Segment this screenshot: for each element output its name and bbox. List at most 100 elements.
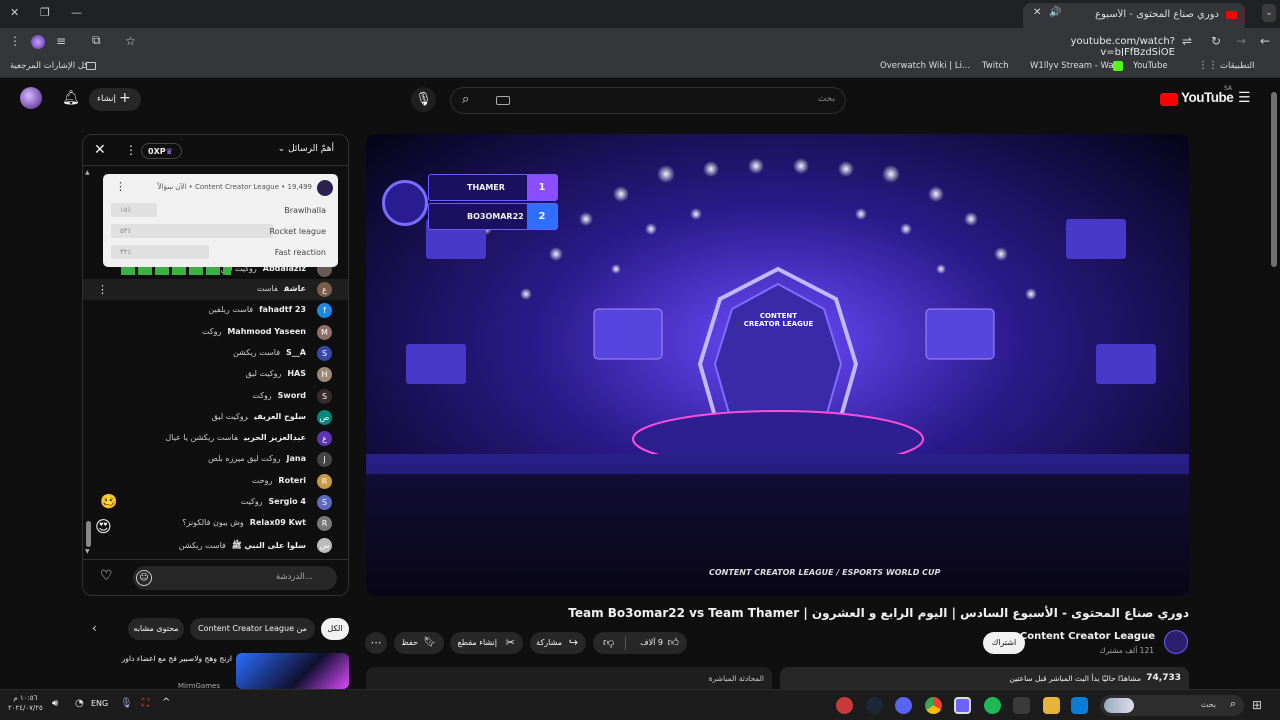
create-button[interactable]: + إنشاء: [89, 88, 141, 111]
minimize-window-icon[interactable]: —: [71, 6, 82, 19]
related-thumbnail[interactable]: [236, 653, 349, 689]
avatar: f: [317, 303, 332, 319]
chat-message[interactable]: M Mahmood Yaseenروكت: [83, 322, 348, 343]
chat-message[interactable]: R Relax09 Kwtوش يبون فالكونز؟: [83, 513, 348, 534]
poll-option[interactable]: ٪١٥ Brawlhalla: [108, 203, 326, 217]
app-icon[interactable]: [1013, 697, 1030, 714]
video-player[interactable]: THAMER 1 BO3OMAR22 2 CONTENT CREATOR LEA…: [366, 134, 1189, 596]
chip-from-channel[interactable]: من Content Creator League: [190, 618, 315, 640]
page-scrollbar[interactable]: [1271, 92, 1277, 267]
guide-menu-icon[interactable]: ☰: [1238, 90, 1251, 106]
channel-avatar[interactable]: [1164, 630, 1188, 654]
like-count[interactable]: 9 آلاف: [640, 632, 663, 654]
menu-icon[interactable]: ⋮: [9, 34, 21, 48]
forward-icon[interactable]: →: [1236, 34, 1246, 48]
taskbar-search[interactable]: بحث ⌕: [1100, 695, 1244, 716]
chat-mode-dropdown[interactable]: أهمّ الرسائل ⌄: [278, 144, 334, 154]
language-indicator[interactable]: ENG: [91, 699, 108, 708]
audio-icon[interactable]: 🔊: [1049, 7, 1061, 18]
related-title[interactable]: ارنج وهج ولاصبير فج مع اعضاء داور: [98, 654, 232, 663]
bookmark-apps[interactable]: التطبيقات: [1220, 61, 1255, 71]
poll-menu-icon[interactable]: ⋮: [115, 180, 126, 193]
chat-message[interactable]: J Janaروكت ليق ميرزه بلص: [83, 449, 348, 470]
extensions-icon[interactable]: ≡: [56, 34, 66, 48]
bookmark-w1llyv[interactable]: W1llyv Stream - Wa...: [1030, 61, 1122, 71]
chat-message[interactable]: f fahadtf 23فاست ريلفين: [83, 300, 348, 321]
close-chat-icon[interactable]: ✕: [94, 142, 106, 158]
scroll-down-icon[interactable]: ▼: [85, 548, 90, 555]
live-chat-replay-box[interactable]: المحادثة المباشرة: [366, 667, 772, 689]
bookmark-overwatch[interactable]: Overwatch Wiki | Li...: [880, 61, 970, 71]
steam-icon[interactable]: [866, 697, 883, 714]
keyboard-icon[interactable]: [496, 96, 510, 105]
poll-card[interactable]: Content Creator League • 19,499 • الآن س…: [103, 174, 338, 267]
more-actions-icon[interactable]: ⋯: [365, 632, 387, 654]
tab-close-icon[interactable]: ✕: [1033, 7, 1041, 18]
chip-related[interactable]: محتوى مشابه: [128, 618, 184, 640]
share-button[interactable]: ↪ مشاركة: [530, 632, 586, 654]
volume-icon[interactable]: 🔊︎: [52, 698, 58, 709]
all-bookmarks[interactable]: كل الإشارات المرجعية: [10, 61, 88, 71]
chat-message[interactable]: S Swordروكت: [83, 386, 348, 407]
discord-icon[interactable]: [895, 697, 912, 714]
tab-search-icon[interactable]: ⌄: [1262, 4, 1276, 22]
poll-option[interactable]: ٪٥٣ Rocket league: [108, 224, 326, 238]
search-icon[interactable]: ⌕: [462, 92, 469, 107]
scroll-up-icon[interactable]: ▲: [85, 169, 90, 176]
profile-avatar[interactable]: [31, 35, 45, 49]
chevron-up-icon[interactable]: ^: [162, 697, 170, 708]
wifi-icon[interactable]: ◔: [75, 698, 84, 709]
site-settings-icon[interactable]: ⇌: [1182, 34, 1192, 48]
back-icon[interactable]: ←: [1260, 34, 1270, 48]
chrome-icon[interactable]: [925, 697, 942, 714]
bookmark-star-icon[interactable]: ☆: [125, 34, 136, 48]
avatar: ص: [317, 409, 332, 425]
app-icon[interactable]: [836, 697, 853, 714]
close-window-icon[interactable]: ✕: [10, 6, 19, 19]
description-box[interactable]: 74,733 مشاهدًا حاليًا بدأ البث المباشر ق…: [780, 667, 1189, 689]
url-field[interactable]: youtube.com/watch?v=bJFfBzdSiOE: [1000, 36, 1175, 58]
clip-button[interactable]: ✂ إنشاء مقطع: [450, 632, 523, 654]
subscribe-button[interactable]: اشتراك: [983, 632, 1025, 654]
chat-message[interactable]: ع عاشقفاست ⋮: [83, 279, 348, 300]
poll-option[interactable]: ٪٣٢ Fast reaction: [108, 245, 326, 259]
chat-message[interactable]: H HASروكيت ليق: [83, 364, 348, 385]
save-button[interactable]: 🔖︎ حفظ: [394, 632, 444, 654]
downloads-icon[interactable]: ⧉: [92, 33, 101, 48]
microphone-tray-icon[interactable]: 🎙︎: [120, 698, 133, 709]
restore-window-icon[interactable]: ❐: [40, 6, 50, 19]
chat-message[interactable]: S S__Aفاست ريكشن: [83, 343, 348, 364]
like-icon[interactable]: 👍︎: [668, 632, 680, 654]
chat-message[interactable]: ع عبدالعزيز الحربيفاست ريكشن يا عيال: [83, 428, 348, 449]
chat-input[interactable]: ☺ الدردشة...: [133, 566, 337, 590]
bookmark-twitch[interactable]: Twitch: [982, 61, 1009, 71]
start-icon[interactable]: ⊞: [1252, 698, 1262, 712]
chat-scrollbar[interactable]: [86, 521, 91, 547]
notifications-bell-icon[interactable]: 🔔︎: [62, 90, 80, 106]
account-avatar[interactable]: [20, 87, 42, 109]
bookmark-youtube[interactable]: YouTube: [1133, 61, 1168, 71]
search-box[interactable]: ⌕ بحث: [450, 87, 846, 114]
chevron-left-icon[interactable]: ‹: [92, 621, 97, 635]
record-tray-icon[interactable]: ⛶: [142, 698, 149, 709]
browser-tab[interactable]: دوري صناع المحتوى - الأسبوع ✕ 🔊: [1023, 3, 1245, 28]
chat-message[interactable]: ص سلوح العريفيروكيت ليق: [83, 407, 348, 428]
chip-all[interactable]: الكل: [321, 618, 349, 640]
chat-message[interactable]: R Roteriروحت: [83, 471, 348, 492]
clock[interactable]: ١٠:٥٦ م ٢٠٢٤/٠٧/٢٥: [8, 693, 43, 713]
heart-icon[interactable]: ♡: [100, 568, 113, 584]
spotify-icon[interactable]: [984, 697, 1001, 714]
file-explorer-icon[interactable]: [1043, 697, 1060, 714]
share-icon: ↪: [568, 636, 578, 649]
emoji-icon[interactable]: ☺: [136, 570, 152, 586]
chat-message[interactable]: S Sergio 4روكيت: [83, 492, 348, 513]
message-menu-icon[interactable]: ⋮: [97, 283, 108, 296]
active-app-icon[interactable]: [954, 697, 971, 714]
chat-message[interactable]: س سلوا على النبي ﷺفاست ريكشن: [83, 535, 348, 556]
microphone-icon[interactable]: 🎙︎: [411, 87, 436, 112]
dislike-icon[interactable]: 👎︎: [603, 632, 614, 654]
xp-badge[interactable]: 0XP♛: [141, 143, 182, 159]
chat-more-icon[interactable]: ⋮: [125, 143, 137, 157]
edge-icon[interactable]: [1071, 697, 1088, 714]
reload-icon[interactable]: ↻: [1211, 34, 1221, 48]
